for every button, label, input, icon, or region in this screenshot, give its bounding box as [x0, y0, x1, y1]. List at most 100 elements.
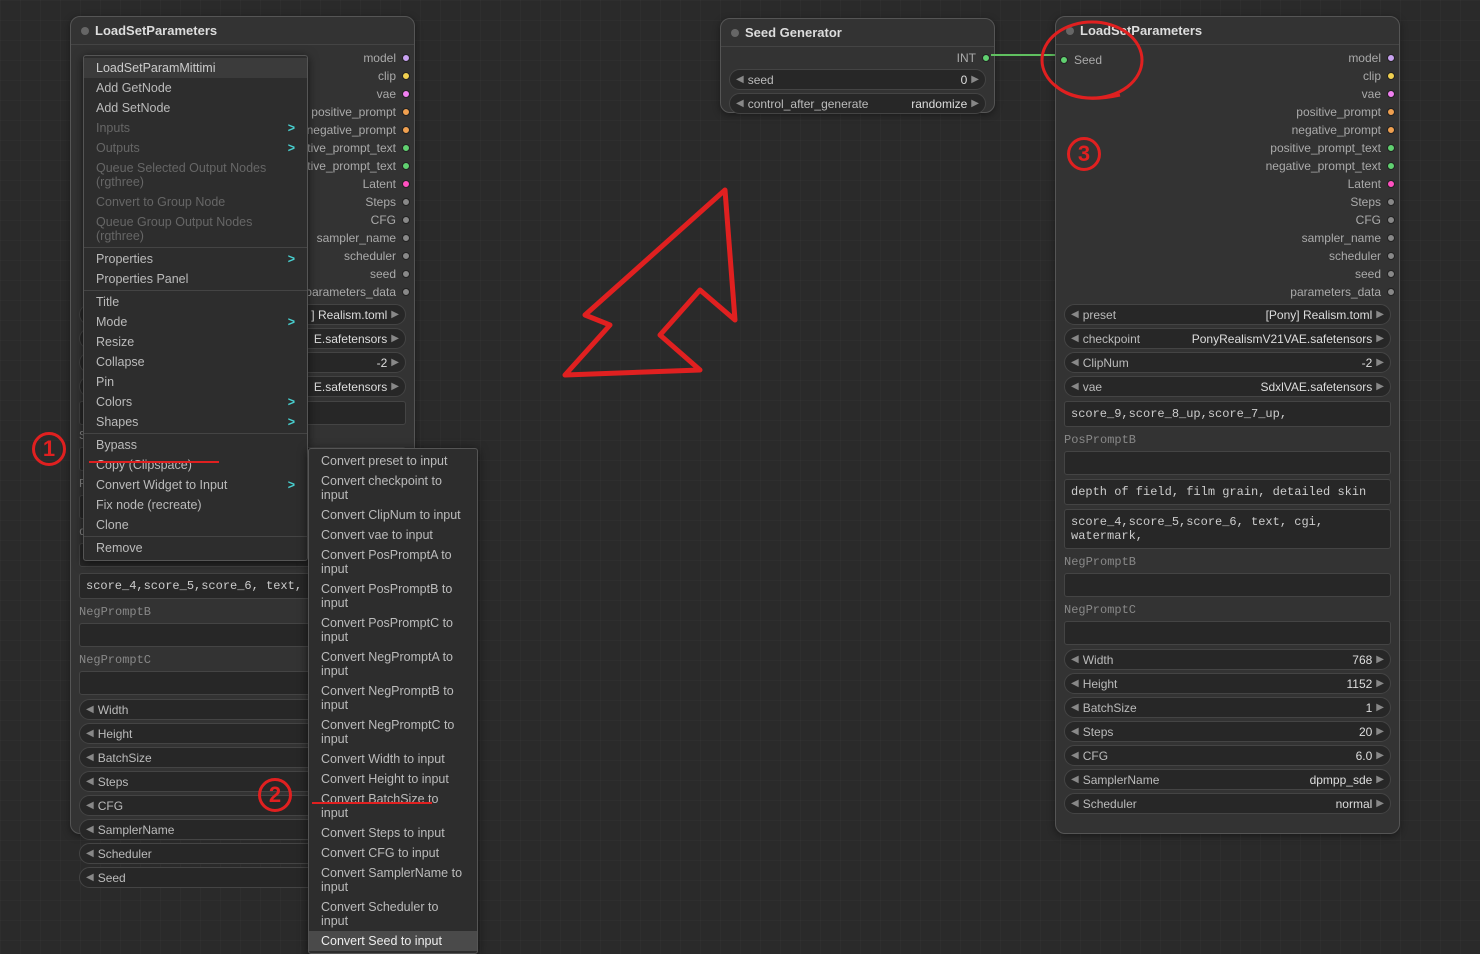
port-icon[interactable] — [1387, 252, 1395, 260]
collapse-dot-icon[interactable] — [81, 27, 89, 35]
port-icon[interactable] — [1060, 56, 1068, 64]
chevron-left-icon[interactable]: ◀ — [1071, 381, 1079, 392]
ctx-item-bypass[interactable]: Bypass — [84, 435, 307, 455]
ctx-sub-convert-checkpoint[interactable]: Convert checkpoint to input — [309, 471, 477, 505]
output-sampler-name[interactable]: sampler_name — [1056, 229, 1399, 247]
ctx-sub-convert-negpromta[interactable]: Convert NegPromptA to input — [309, 647, 477, 681]
chevron-right-icon[interactable]: ▶ — [971, 98, 979, 109]
chevron-left-icon[interactable]: ◀ — [86, 848, 94, 859]
ctx-item-add-getnode[interactable]: Add GetNode — [84, 78, 307, 98]
ctx-sub-convert-pospromtc[interactable]: Convert PosPromptC to input — [309, 613, 477, 647]
chevron-left-icon[interactable]: ◀ — [86, 704, 94, 715]
ctx-item-queue-selected-output-nodes[interactable]: Queue Selected Output Nodes (rgthree) — [84, 158, 307, 192]
chevron-right-icon[interactable]: ▶ — [971, 74, 979, 85]
ctx-sub-convert-preset[interactable]: Convert preset to input — [309, 451, 477, 471]
ctx-item-pin[interactable]: Pin — [84, 372, 307, 392]
collapse-dot-icon[interactable] — [731, 29, 739, 37]
ctx-item-title[interactable]: Title — [84, 292, 307, 312]
port-icon[interactable] — [1387, 144, 1395, 152]
chevron-right-icon[interactable]: ▶ — [1376, 333, 1384, 344]
port-icon[interactable] — [1387, 288, 1395, 296]
ctx-sub-convert-clipnum[interactable]: Convert ClipNum to input — [309, 505, 477, 525]
chevron-left-icon[interactable]: ◀ — [1071, 798, 1079, 809]
chevron-left-icon[interactable]: ◀ — [1071, 357, 1079, 368]
port-icon[interactable] — [402, 108, 410, 116]
output-seed[interactable]: seed — [1056, 265, 1399, 283]
chevron-right-icon[interactable]: ▶ — [1376, 381, 1384, 392]
output-int[interactable]: INT — [721, 47, 994, 66]
port-icon[interactable] — [402, 144, 410, 152]
widget-scheduler[interactable]: ◀Schedulernormal▶ — [1064, 793, 1391, 814]
chevron-left-icon[interactable]: ◀ — [1071, 678, 1079, 689]
port-icon[interactable] — [1387, 162, 1395, 170]
output-vae[interactable]: vae — [1056, 85, 1399, 103]
output-latent[interactable]: Latent — [1056, 175, 1399, 193]
port-icon[interactable] — [402, 180, 410, 188]
collapse-dot-icon[interactable] — [1066, 27, 1074, 35]
port-icon[interactable] — [1387, 180, 1395, 188]
ctx-item-properties-panel[interactable]: Properties Panel — [84, 269, 307, 289]
port-icon[interactable] — [1387, 54, 1395, 62]
node-header[interactable]: LoadSetParameters — [1056, 17, 1399, 45]
input-seed[interactable]: Seed — [1056, 51, 1112, 69]
port-icon[interactable] — [1387, 234, 1395, 242]
ctx-item-inputs[interactable]: Inputs> — [84, 118, 307, 138]
port-icon[interactable] — [402, 234, 410, 242]
chevron-right-icon[interactable]: ▶ — [1376, 309, 1384, 320]
context-submenu-convert-widget[interactable]: Convert preset to input Convert checkpoi… — [308, 448, 478, 954]
ctx-sub-convert-height[interactable]: Convert Height to input — [309, 769, 477, 789]
port-icon[interactable] — [402, 252, 410, 260]
chevron-right-icon[interactable]: ▶ — [1376, 798, 1384, 809]
widget-width[interactable]: ◀Width768▶ — [1064, 649, 1391, 670]
chevron-left-icon[interactable]: ◀ — [86, 728, 94, 739]
chevron-right-icon[interactable]: ▶ — [1376, 750, 1384, 761]
node-header[interactable]: Seed Generator — [721, 19, 994, 47]
chevron-left-icon[interactable]: ◀ — [1071, 750, 1079, 761]
chevron-left-icon[interactable]: ◀ — [1071, 774, 1079, 785]
widget-clipnum[interactable]: ◀ClipNum-2▶ — [1064, 352, 1391, 373]
output-scheduler[interactable]: scheduler — [1056, 247, 1399, 265]
chevron-left-icon[interactable]: ◀ — [1071, 702, 1079, 713]
node-header[interactable]: LoadSetParameters — [71, 17, 414, 45]
widget-batchsize[interactable]: ◀BatchSize1▶ — [1064, 697, 1391, 718]
port-icon[interactable] — [402, 90, 410, 98]
context-menu[interactable]: LoadSetParamMittimi Add GetNode Add SetN… — [83, 55, 308, 561]
output-negative-prompt[interactable]: negative_prompt — [1056, 121, 1399, 139]
chevron-right-icon[interactable]: ▶ — [391, 357, 399, 368]
ctx-sub-convert-samplername[interactable]: Convert SamplerName to input — [309, 863, 477, 897]
widget-seed[interactable]: ◀ seed 0 ▶ — [729, 69, 986, 90]
widget-cfg[interactable]: ◀CFG6.0▶ — [1064, 745, 1391, 766]
pos-a-text[interactable]: score_9,score_8_up,score_7_up, — [1064, 401, 1391, 427]
ctx-sub-convert-pospromta[interactable]: Convert PosPromptA to input — [309, 545, 477, 579]
ctx-item-convert-widget-to-input[interactable]: Convert Widget to Input> — [84, 475, 307, 495]
chevron-left-icon[interactable]: ◀ — [736, 74, 744, 85]
chevron-left-icon[interactable]: ◀ — [86, 752, 94, 763]
port-icon[interactable] — [1387, 198, 1395, 206]
port-icon[interactable] — [1387, 216, 1395, 224]
widget-control-after-generate[interactable]: ◀ control_after_generate randomize ▶ — [729, 93, 986, 114]
ctx-sub-convert-vae[interactable]: Convert vae to input — [309, 525, 477, 545]
chevron-right-icon[interactable]: ▶ — [1376, 726, 1384, 737]
ctx-item-resize[interactable]: Resize — [84, 332, 307, 352]
chevron-right-icon[interactable]: ▶ — [391, 309, 399, 320]
chevron-left-icon[interactable]: ◀ — [86, 800, 94, 811]
chevron-left-icon[interactable]: ◀ — [86, 776, 94, 787]
ctx-item-properties[interactable]: Properties> — [84, 249, 307, 269]
ctx-sub-convert-negpromtb[interactable]: Convert NegPromptB to input — [309, 681, 477, 715]
ctx-sub-convert-batchsize[interactable]: Convert BatchSize to input — [309, 789, 477, 823]
chevron-right-icon[interactable]: ▶ — [1376, 774, 1384, 785]
chevron-left-icon[interactable]: ◀ — [1071, 333, 1079, 344]
ctx-item-outputs[interactable]: Outputs> — [84, 138, 307, 158]
output-positive-prompt[interactable]: positive_prompt — [1056, 103, 1399, 121]
chevron-left-icon[interactable]: ◀ — [1071, 309, 1079, 320]
widget-checkpoint[interactable]: ◀checkpointPonyRealismV21VAE.safetensors… — [1064, 328, 1391, 349]
port-icon[interactable] — [402, 270, 410, 278]
neg-a-text[interactable]: score_4,score_5,score_6, text, cgi, wate… — [1064, 509, 1391, 549]
port-icon[interactable] — [402, 198, 410, 206]
output-negative-prompt-text[interactable]: negative_prompt_text — [1056, 157, 1399, 175]
node-seed-generator[interactable]: Seed Generator INT ◀ seed 0 ▶ ◀ control_… — [720, 18, 995, 113]
output-cfg[interactable]: CFG — [1056, 211, 1399, 229]
ctx-sub-convert-width[interactable]: Convert Width to input — [309, 749, 477, 769]
port-icon[interactable] — [402, 72, 410, 80]
ctx-item-remove[interactable]: Remove — [84, 538, 307, 558]
